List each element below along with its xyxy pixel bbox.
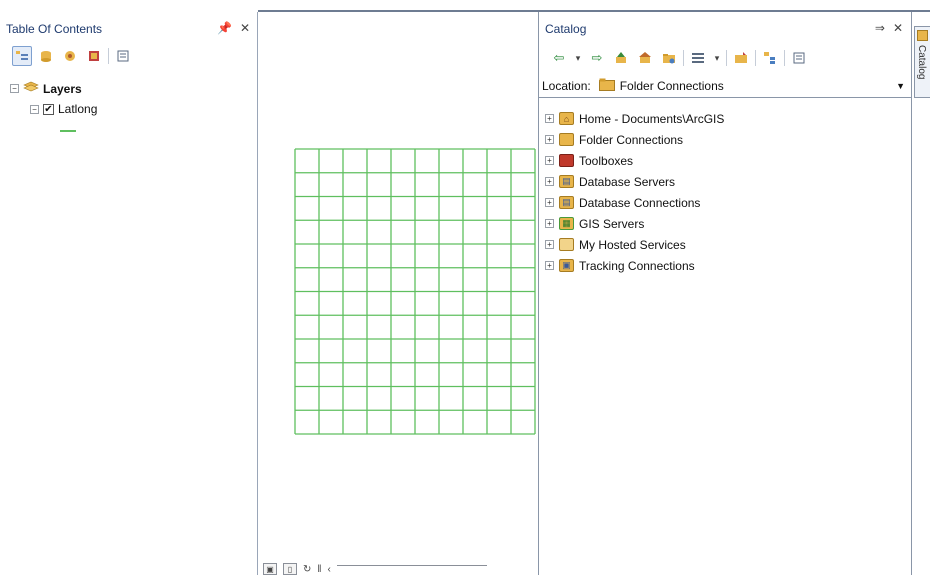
- expand-icon[interactable]: +: [545, 177, 554, 186]
- views-dropdown-icon[interactable]: ▾: [712, 48, 722, 68]
- catalog-item-label: Database Connections: [579, 195, 701, 210]
- catalog-item-label: Home - Documents\ArcGIS: [579, 111, 725, 126]
- chevron-down-icon[interactable]: ▼: [896, 81, 905, 91]
- location-label: Location:: [542, 78, 591, 93]
- toolbar-separator: [755, 50, 756, 66]
- layers-icon: [23, 80, 39, 97]
- list-by-source-icon[interactable]: [36, 46, 56, 66]
- tree-item-label: Latlong: [58, 102, 98, 116]
- catalog-item-label: My Hosted Services: [579, 237, 686, 252]
- connect-folder-icon[interactable]: [659, 48, 679, 68]
- toolbar-separator: [108, 48, 109, 64]
- toc-toolbar: [6, 42, 133, 70]
- home-icon[interactable]: [635, 48, 655, 68]
- table-of-contents-pane: Table Of Contents 📌 ✕ − Layers − ✔ Latlo…: [0, 12, 258, 575]
- tree-item-layers[interactable]: − Layers: [10, 80, 82, 97]
- expand-icon[interactable]: +: [545, 198, 554, 207]
- layer-visibility-checkbox[interactable]: ✔: [43, 103, 54, 115]
- toolbar-separator: [726, 50, 727, 66]
- tree-item-label: Layers: [43, 81, 82, 96]
- list-by-selection-icon[interactable]: [84, 46, 104, 66]
- catalog-item-gis-servers[interactable]: + ▦ GIS Servers: [545, 213, 724, 234]
- close-icon[interactable]: ✕: [240, 21, 250, 35]
- collapse-icon[interactable]: −: [10, 84, 19, 93]
- pin-icon[interactable]: 📌: [217, 21, 232, 35]
- catalog-pane: Catalog ⇒ ✕ ⇦ ▾ ⇨ ▾ Location: Folder Con…: [538, 12, 912, 575]
- catalog-item-toolboxes[interactable]: + Toolboxes: [545, 150, 724, 171]
- database-connection-icon: ▤: [559, 196, 574, 209]
- scroll-left-icon[interactable]: ‹: [328, 564, 331, 575]
- database-server-icon: ▤: [559, 175, 574, 188]
- catalog-title: Catalog: [545, 22, 587, 36]
- expand-icon[interactable]: +: [545, 219, 554, 228]
- collapse-icon[interactable]: −: [30, 104, 39, 114]
- catalog-tree: + ⌂ Home - Documents\ArcGIS + Folder Con…: [545, 108, 724, 276]
- horizontal-scrollbar[interactable]: [336, 565, 487, 573]
- catalog-item-label: Tracking Connections: [579, 258, 695, 273]
- toc-title: Table Of Contents: [6, 22, 103, 36]
- catalog-item-database-servers[interactable]: + ▤ Database Servers: [545, 171, 724, 192]
- graticule-grid: [294, 148, 536, 435]
- pin-icon[interactable]: ⇒: [875, 21, 885, 35]
- catalog-item-tracking-connections[interactable]: + ▣ Tracking Connections: [545, 255, 724, 276]
- catalog-item-label: Toolboxes: [579, 153, 634, 168]
- catalog-item-label: Folder Connections: [579, 132, 684, 147]
- refresh-icon[interactable]: ↻: [303, 564, 311, 575]
- list-by-drawing-order-icon[interactable]: [12, 46, 32, 66]
- data-view-icon[interactable]: ▯: [283, 563, 297, 575]
- list-by-visibility-icon[interactable]: [60, 46, 80, 66]
- catalog-side-tab[interactable]: Catalog: [914, 26, 930, 98]
- options-icon[interactable]: [789, 48, 809, 68]
- toggle-tree-icon[interactable]: [760, 48, 780, 68]
- location-combobox[interactable]: Folder Connections ▼: [598, 78, 911, 94]
- catalog-item-home[interactable]: + ⌂ Home - Documents\ArcGIS: [545, 108, 724, 129]
- home-folder-icon: ⌂: [559, 112, 574, 125]
- dropdown-icon[interactable]: ▾: [573, 48, 583, 68]
- catalog-item-my-hosted-services[interactable]: + My Hosted Services: [545, 234, 724, 255]
- folder-connections-icon: [598, 78, 615, 94]
- hosted-services-icon: [559, 238, 574, 251]
- catalog-item-label: GIS Servers: [579, 216, 645, 231]
- catalog-item-folder-connections[interactable]: + Folder Connections: [545, 129, 724, 150]
- layout-view-icon[interactable]: ▣: [263, 563, 277, 575]
- catalog-header: Catalog ⇒ ✕: [539, 18, 911, 40]
- new-icon[interactable]: [731, 48, 751, 68]
- catalog-item-database-connections[interactable]: + ▤ Database Connections: [545, 192, 724, 213]
- forward-icon[interactable]: ⇨: [587, 48, 607, 68]
- side-tab-label: Catalog: [916, 45, 927, 80]
- catalog-toolbar: ⇦ ▾ ⇨ ▾: [543, 44, 809, 72]
- expand-icon[interactable]: +: [545, 261, 554, 270]
- views-icon[interactable]: [688, 48, 708, 68]
- pause-icon[interactable]: ‖: [317, 564, 321, 575]
- toolbox-icon: [559, 154, 574, 167]
- tree-item-latlong[interactable]: − ✔ Latlong: [30, 102, 97, 116]
- catalog-icon: [917, 30, 928, 41]
- map-view[interactable]: ▣ ▯ ↻ ‖ ‹: [259, 12, 537, 575]
- map-view-controls: ▣ ▯ ↻ ‖ ‹: [263, 563, 487, 575]
- back-icon[interactable]: ⇦: [549, 48, 569, 68]
- close-icon[interactable]: ✕: [893, 21, 903, 35]
- tracking-connections-icon: ▣: [559, 259, 574, 272]
- expand-icon[interactable]: +: [545, 135, 554, 144]
- up-one-level-icon[interactable]: [611, 48, 631, 68]
- expand-icon[interactable]: +: [545, 156, 554, 165]
- expand-icon[interactable]: +: [545, 240, 554, 249]
- expand-icon[interactable]: +: [545, 114, 554, 123]
- options-icon[interactable]: [113, 46, 133, 66]
- gis-server-icon: ▦: [559, 217, 574, 230]
- toolbar-separator: [784, 50, 785, 66]
- folder-connections-icon: [559, 133, 574, 146]
- toolbar-separator: [683, 50, 684, 66]
- toc-header: Table Of Contents 📌 ✕: [0, 18, 258, 40]
- layer-symbol: [60, 130, 76, 132]
- catalog-item-label: Database Servers: [579, 174, 676, 189]
- location-value: Folder Connections: [619, 78, 724, 93]
- location-bar: Location: Folder Connections ▼: [539, 74, 911, 98]
